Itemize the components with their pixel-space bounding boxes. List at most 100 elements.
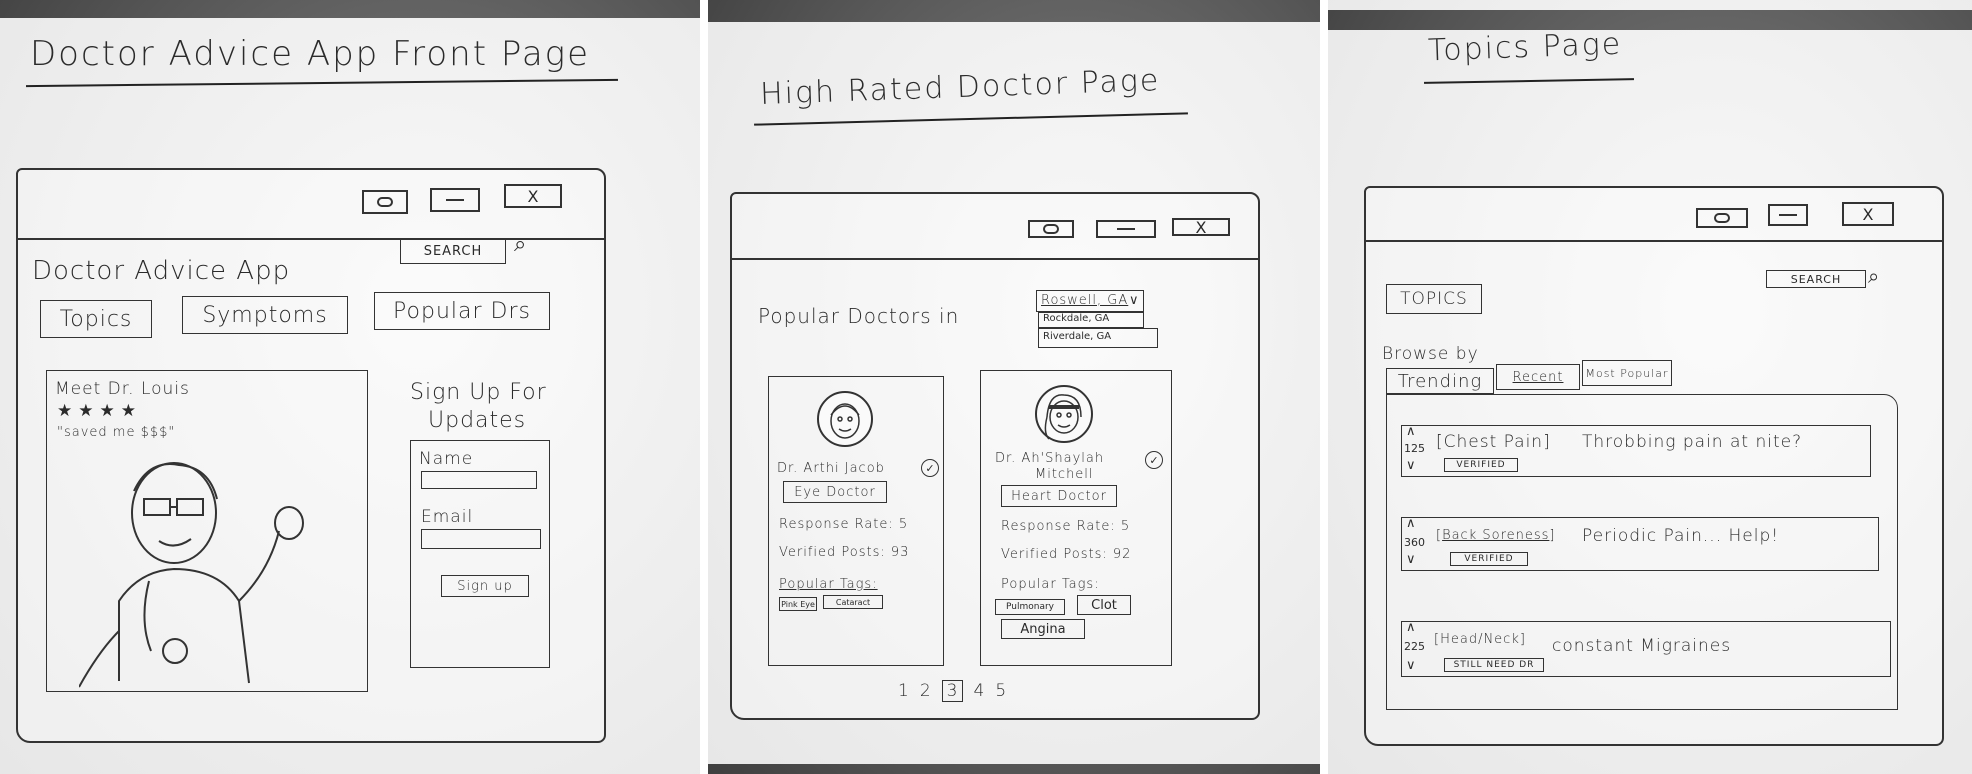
- close-button[interactable]: X: [504, 184, 562, 208]
- doctor-tag[interactable]: Angina: [1001, 619, 1085, 639]
- topics-button-label: TOPICS: [1400, 289, 1468, 309]
- vote-count: 225: [1404, 640, 1425, 653]
- signup-heading-line2: Updates: [428, 408, 527, 433]
- minimize-icon: [1779, 214, 1797, 216]
- specialty-badge: Eye Doctor: [783, 481, 887, 503]
- title-underline: [26, 78, 618, 88]
- rating-stars: ★★★★: [57, 401, 142, 421]
- nav-topics[interactable]: Topics: [40, 300, 152, 338]
- minimize-button[interactable]: [1768, 204, 1808, 226]
- restore-icon: [377, 197, 393, 207]
- tab-trending[interactable]: Trending: [1386, 368, 1494, 394]
- minimize-button[interactable]: [1096, 220, 1156, 238]
- doctor-name: Dr. Arthi Jacob: [777, 461, 885, 476]
- restore-button[interactable]: [362, 190, 408, 214]
- verified-check-icon: ✓: [921, 459, 939, 477]
- panel-topics: Topics Page X SEARCH ⌕ TOPICS Browse by …: [1328, 0, 1972, 774]
- featured-heading: Meet Dr. Louis: [55, 379, 190, 399]
- status-label: STILL NEED DR: [1453, 660, 1535, 670]
- close-button[interactable]: X: [1842, 202, 1894, 226]
- signup-button[interactable]: Sign up: [441, 575, 529, 597]
- upvote-icon[interactable]: ∧: [1406, 620, 1416, 635]
- response-rate: Response Rate: 5: [1001, 519, 1131, 534]
- post-tag[interactable]: [Head/Neck]: [1434, 632, 1526, 647]
- app-window: X Doctor Advice App SEARCH ⌕ Topics Symp…: [16, 168, 606, 743]
- pagination: 1 2 3 4 5: [898, 680, 1007, 702]
- nav-popular-drs[interactable]: Popular Drs: [374, 292, 550, 330]
- status-badge: VERIFIED: [1450, 552, 1528, 566]
- featured-doctor-card[interactable]: Meet Dr. Louis ★★★★ "saved me $$$": [46, 370, 368, 692]
- page-title: High Rated Doctor Page: [759, 63, 1161, 112]
- restore-icon: [1043, 224, 1059, 234]
- post-title[interactable]: Throbbing pain at nite?: [1582, 432, 1802, 452]
- panel-top-border: [1328, 10, 1972, 30]
- restore-button[interactable]: [1028, 220, 1074, 238]
- location-option[interactable]: Rockdale, GA: [1038, 312, 1144, 328]
- tab-recent[interactable]: Recent: [1496, 364, 1580, 390]
- name-field[interactable]: [421, 471, 537, 489]
- search-icon[interactable]: ⌕: [514, 232, 526, 257]
- restore-button[interactable]: [1696, 208, 1748, 228]
- page-link[interactable]: 5: [995, 681, 1007, 701]
- verified-check-icon: ✓: [1145, 451, 1163, 469]
- close-button[interactable]: X: [1172, 218, 1230, 237]
- doctor-card[interactable]: Dr. Arthi Jacob ✓ Eye Doctor Response Ra…: [768, 376, 944, 666]
- doctor-tag[interactable]: Pulmonary: [995, 599, 1065, 615]
- post-title[interactable]: Periodic Pain... Help!: [1582, 526, 1779, 546]
- post-tag-label: Head/Neck: [1440, 632, 1520, 647]
- search-input[interactable]: SEARCH: [1766, 270, 1866, 288]
- doctor-card[interactable]: Dr. Ah'Shaylah Mitchell ✓ Heart Doctor R…: [980, 370, 1172, 666]
- post-tag[interactable]: [Chest Pain]: [1436, 432, 1551, 452]
- featured-quote: "saved me $$$": [57, 425, 176, 440]
- location-option-label: Riverdale, GA: [1043, 331, 1112, 342]
- verified-posts: Verified Posts: 93: [779, 545, 910, 560]
- page-link[interactable]: 1: [898, 681, 910, 701]
- tag-label: Angina: [1020, 621, 1066, 637]
- email-label: Email: [421, 507, 474, 527]
- page-link[interactable]: 4: [973, 681, 985, 701]
- doctor-name-line2: Mitchell: [1035, 467, 1094, 482]
- doctor-tag[interactable]: Clot: [1077, 595, 1131, 615]
- upvote-icon[interactable]: ∧: [1406, 516, 1416, 531]
- page-title: Topics Page: [1427, 26, 1623, 69]
- page-title: Doctor Advice App Front Page: [30, 34, 590, 74]
- nav-popular-drs-label: Popular Drs: [393, 298, 531, 324]
- post-tag[interactable]: [Back Soreness]: [1436, 528, 1556, 543]
- post-tag-label: Chest Pain: [1443, 432, 1544, 452]
- close-icon: X: [527, 186, 539, 206]
- doctor-name-line1: Dr. Ah'Shaylah: [995, 451, 1105, 466]
- status-label: VERIFIED: [1464, 554, 1514, 564]
- location-option[interactable]: Riverdale, GA: [1038, 328, 1158, 348]
- email-field[interactable]: [421, 529, 541, 549]
- post-title[interactable]: constant Migraines: [1552, 636, 1731, 656]
- downvote-icon[interactable]: ∨: [1406, 552, 1416, 567]
- minimize-button[interactable]: [430, 188, 480, 212]
- search-input[interactable]: SEARCH: [400, 238, 506, 264]
- location-dropdown[interactable]: Roswell, GA ∨: [1036, 290, 1144, 312]
- topics-button[interactable]: TOPICS: [1386, 284, 1482, 314]
- doctor-tag[interactable]: Cataract: [823, 595, 883, 609]
- page-link-current[interactable]: 3: [941, 680, 964, 702]
- status-badge: VERIFIED: [1444, 458, 1518, 472]
- upvote-icon[interactable]: ∧: [1406, 424, 1416, 439]
- search-icon[interactable]: ⌕: [1868, 264, 1879, 288]
- tab-most-popular[interactable]: Most Popular: [1582, 360, 1672, 386]
- specialty-label: Heart Doctor: [1011, 488, 1107, 504]
- location-selected: Roswell, GA: [1041, 293, 1129, 308]
- downvote-icon[interactable]: ∨: [1406, 458, 1416, 473]
- nav-topics-label: Topics: [59, 306, 133, 332]
- post-item[interactable]: ∧ 360 ∨ [Back Soreness] Periodic Pain...…: [1401, 516, 1879, 571]
- downvote-icon[interactable]: ∨: [1406, 658, 1416, 673]
- search-label: SEARCH: [1790, 272, 1842, 286]
- tag-label: Pulmonary: [1006, 602, 1054, 612]
- search-label: SEARCH: [423, 243, 483, 259]
- nav-symptoms[interactable]: Symptoms: [182, 296, 348, 334]
- verified-posts: Verified Posts: 92: [1001, 547, 1132, 562]
- doctor-illustration: [79, 462, 304, 688]
- title-underline: [754, 112, 1188, 126]
- doctor-tag[interactable]: Pink Eye: [779, 597, 817, 611]
- post-item[interactable]: ∧ 225 ∨ [Head/Neck] constant Migraines S…: [1401, 620, 1891, 677]
- post-item[interactable]: ∧ 125 ∨ [Chest Pain] Throbbing pain at n…: [1401, 424, 1871, 477]
- page-link[interactable]: 2: [920, 681, 932, 701]
- app-window: X Popular Doctors in Roswell, GA ∨ Rockd…: [730, 192, 1260, 720]
